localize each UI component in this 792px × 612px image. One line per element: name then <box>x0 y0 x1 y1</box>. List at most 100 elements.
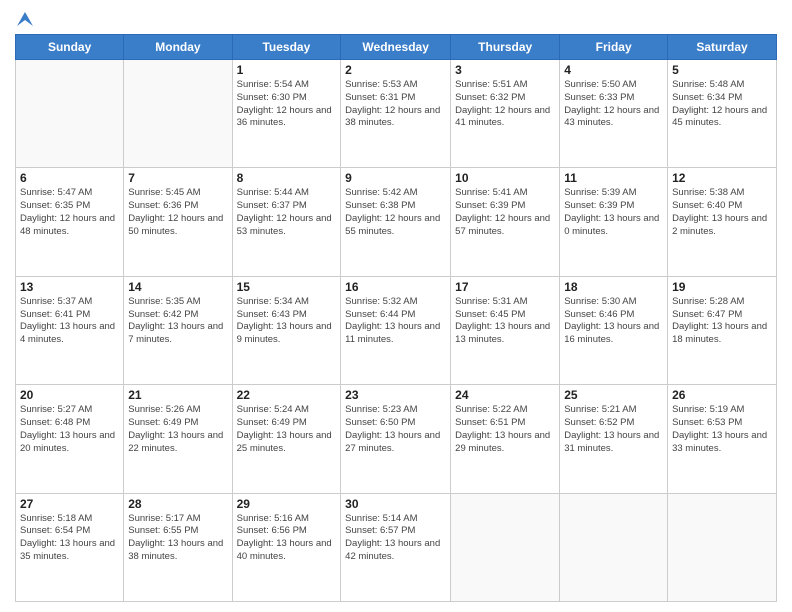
calendar-week-5: 27Sunrise: 5:18 AM Sunset: 6:54 PM Dayli… <box>16 493 777 601</box>
calendar-cell: 30 Sunrise: 5:14 AM Sunset: 6:57 PM Dayli… <box>341 493 451 601</box>
cell-day-info: Sunrise: 5:45 AM Sunset: 6:36 PM Dayligh… <box>128 187 227 238</box>
calendar-cell: 7 Sunrise: 5:45 AM Sunset: 6:36 PM Daylig… <box>124 168 232 276</box>
day-header-sunday: Sunday <box>16 35 124 60</box>
cell-day-number: 9 <box>345 171 446 185</box>
cell-day-info: Sunrise: 5:48 AM Sunset: 6:34 PM Dayligh… <box>672 79 772 130</box>
day-header-thursday: Thursday <box>451 35 560 60</box>
cell-day-number: 8 <box>237 171 337 185</box>
cell-day-number: 14 <box>128 280 227 294</box>
page: SundayMondayTuesdayWednesdayThursdayFrid… <box>0 0 792 612</box>
cell-day-number: 22 <box>237 388 337 402</box>
calendar-cell <box>560 493 668 601</box>
calendar-cell: 23 Sunrise: 5:23 AM Sunset: 6:50 PM Dayli… <box>341 385 451 493</box>
cell-day-number: 23 <box>345 388 446 402</box>
cell-day-info: Sunrise: 5:21 AM Sunset: 6:52 PM Dayligh… <box>564 404 663 455</box>
cell-day-info: Sunrise: 5:31 AM Sunset: 6:45 PM Dayligh… <box>455 296 555 347</box>
calendar-cell <box>451 493 560 601</box>
cell-day-info: Sunrise: 5:50 AM Sunset: 6:33 PM Dayligh… <box>564 79 663 130</box>
calendar-week-2: 6 Sunrise: 5:47 AM Sunset: 6:35 PM Daylig… <box>16 168 777 276</box>
cell-day-number: 13 <box>20 280 119 294</box>
day-header-tuesday: Tuesday <box>232 35 341 60</box>
calendar-cell: 28Sunrise: 5:17 AM Sunset: 6:55 PM Dayli… <box>124 493 232 601</box>
calendar-cell: 12Sunrise: 5:38 AM Sunset: 6:40 PM Dayli… <box>668 168 777 276</box>
cell-day-info: Sunrise: 5:28 AM Sunset: 6:47 PM Dayligh… <box>672 296 772 347</box>
calendar-cell: 17 Sunrise: 5:31 AM Sunset: 6:45 PM Dayli… <box>451 276 560 384</box>
calendar-cell: 29 Sunrise: 5:16 AM Sunset: 6:56 PM Dayli… <box>232 493 341 601</box>
cell-day-number: 28 <box>128 497 227 511</box>
calendar-week-3: 13 Sunrise: 5:37 AM Sunset: 6:41 PM Dayli… <box>16 276 777 384</box>
cell-day-info: Sunrise: 5:34 AM Sunset: 6:43 PM Dayligh… <box>237 296 337 347</box>
cell-day-number: 20 <box>20 388 119 402</box>
cell-day-number: 12 <box>672 171 772 185</box>
cell-day-number: 5 <box>672 63 772 77</box>
calendar-body: 1 Sunrise: 5:54 AM Sunset: 6:30 PM Daylig… <box>16 60 777 602</box>
calendar-cell: 1 Sunrise: 5:54 AM Sunset: 6:30 PM Daylig… <box>232 60 341 168</box>
calendar-cell: 19 Sunrise: 5:28 AM Sunset: 6:47 PM Dayli… <box>668 276 777 384</box>
cell-day-info: Sunrise: 5:23 AM Sunset: 6:50 PM Dayligh… <box>345 404 446 455</box>
calendar-cell: 22 Sunrise: 5:24 AM Sunset: 6:49 PM Dayli… <box>232 385 341 493</box>
day-header-wednesday: Wednesday <box>341 35 451 60</box>
cell-day-info: Sunrise: 5:42 AM Sunset: 6:38 PM Dayligh… <box>345 187 446 238</box>
cell-day-number: 11 <box>564 171 663 185</box>
cell-day-info: Sunrise: 5:53 AM Sunset: 6:31 PM Dayligh… <box>345 79 446 130</box>
cell-day-number: 27 <box>20 497 119 511</box>
day-header-saturday: Saturday <box>668 35 777 60</box>
calendar-cell: 4Sunrise: 5:50 AM Sunset: 6:33 PM Daylig… <box>560 60 668 168</box>
calendar-header-row: SundayMondayTuesdayWednesdayThursdayFrid… <box>16 35 777 60</box>
calendar-cell: 20 Sunrise: 5:27 AM Sunset: 6:48 PM Dayli… <box>16 385 124 493</box>
cell-day-number: 30 <box>345 497 446 511</box>
cell-day-info: Sunrise: 5:30 AM Sunset: 6:46 PM Dayligh… <box>564 296 663 347</box>
cell-day-info: Sunrise: 5:44 AM Sunset: 6:37 PM Dayligh… <box>237 187 337 238</box>
cell-day-info: Sunrise: 5:47 AM Sunset: 6:35 PM Dayligh… <box>20 187 119 238</box>
cell-day-number: 29 <box>237 497 337 511</box>
cell-day-number: 25 <box>564 388 663 402</box>
cell-day-info: Sunrise: 5:27 AM Sunset: 6:48 PM Dayligh… <box>20 404 119 455</box>
cell-day-info: Sunrise: 5:41 AM Sunset: 6:39 PM Dayligh… <box>455 187 555 238</box>
calendar-cell: 24 Sunrise: 5:22 AM Sunset: 6:51 PM Dayli… <box>451 385 560 493</box>
cell-day-info: Sunrise: 5:14 AM Sunset: 6:57 PM Dayligh… <box>345 513 446 564</box>
cell-day-info: Sunrise: 5:35 AM Sunset: 6:42 PM Dayligh… <box>128 296 227 347</box>
calendar-cell: 25 Sunrise: 5:21 AM Sunset: 6:52 PM Dayli… <box>560 385 668 493</box>
cell-day-info: Sunrise: 5:54 AM Sunset: 6:30 PM Dayligh… <box>237 79 337 130</box>
cell-day-number: 7 <box>128 171 227 185</box>
calendar-cell: 9 Sunrise: 5:42 AM Sunset: 6:38 PM Daylig… <box>341 168 451 276</box>
cell-day-number: 18 <box>564 280 663 294</box>
cell-day-info: Sunrise: 5:26 AM Sunset: 6:49 PM Dayligh… <box>128 404 227 455</box>
cell-day-number: 1 <box>237 63 337 77</box>
cell-day-number: 15 <box>237 280 337 294</box>
calendar-week-4: 20 Sunrise: 5:27 AM Sunset: 6:48 PM Dayli… <box>16 385 777 493</box>
calendar-cell: 15 Sunrise: 5:34 AM Sunset: 6:43 PM Dayli… <box>232 276 341 384</box>
calendar-table: SundayMondayTuesdayWednesdayThursdayFrid… <box>15 34 777 602</box>
cell-day-info: Sunrise: 5:39 AM Sunset: 6:39 PM Dayligh… <box>564 187 663 238</box>
calendar-cell: 13 Sunrise: 5:37 AM Sunset: 6:41 PM Dayli… <box>16 276 124 384</box>
cell-day-number: 3 <box>455 63 555 77</box>
calendar-cell: 2 Sunrise: 5:53 AM Sunset: 6:31 PM Daylig… <box>341 60 451 168</box>
cell-day-number: 19 <box>672 280 772 294</box>
calendar-cell: 18 Sunrise: 5:30 AM Sunset: 6:46 PM Dayli… <box>560 276 668 384</box>
calendar-cell: 27Sunrise: 5:18 AM Sunset: 6:54 PM Dayli… <box>16 493 124 601</box>
cell-day-number: 21 <box>128 388 227 402</box>
cell-day-number: 26 <box>672 388 772 402</box>
cell-day-number: 17 <box>455 280 555 294</box>
cell-day-number: 24 <box>455 388 555 402</box>
calendar-cell: 3 Sunrise: 5:51 AM Sunset: 6:32 PM Daylig… <box>451 60 560 168</box>
day-header-monday: Monday <box>124 35 232 60</box>
calendar-cell <box>124 60 232 168</box>
calendar-cell: 26 Sunrise: 5:19 AM Sunset: 6:53 PM Dayli… <box>668 385 777 493</box>
calendar-cell <box>668 493 777 601</box>
cell-day-info: Sunrise: 5:19 AM Sunset: 6:53 PM Dayligh… <box>672 404 772 455</box>
cell-day-info: Sunrise: 5:16 AM Sunset: 6:56 PM Dayligh… <box>237 513 337 564</box>
cell-day-number: 16 <box>345 280 446 294</box>
logo <box>15 10 33 26</box>
cell-day-info: Sunrise: 5:22 AM Sunset: 6:51 PM Dayligh… <box>455 404 555 455</box>
cell-day-number: 2 <box>345 63 446 77</box>
header <box>15 10 777 26</box>
cell-day-info: Sunrise: 5:24 AM Sunset: 6:49 PM Dayligh… <box>237 404 337 455</box>
cell-day-info: Sunrise: 5:51 AM Sunset: 6:32 PM Dayligh… <box>455 79 555 130</box>
calendar-cell: 8 Sunrise: 5:44 AM Sunset: 6:37 PM Daylig… <box>232 168 341 276</box>
calendar-cell <box>16 60 124 168</box>
cell-day-number: 6 <box>20 171 119 185</box>
cell-day-info: Sunrise: 5:37 AM Sunset: 6:41 PM Dayligh… <box>20 296 119 347</box>
calendar-cell: 14 Sunrise: 5:35 AM Sunset: 6:42 PM Dayli… <box>124 276 232 384</box>
logo-icon <box>17 10 33 26</box>
